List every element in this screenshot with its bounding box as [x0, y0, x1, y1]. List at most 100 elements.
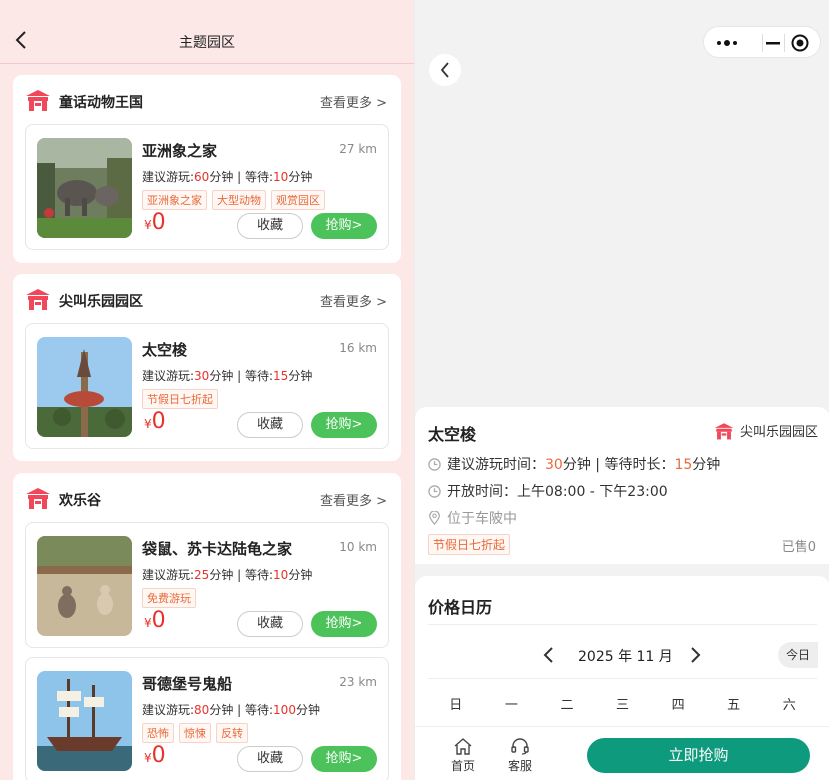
- play-time-row: 建议游玩时间：30分钟 | 等待时长：15分钟: [428, 454, 720, 474]
- weekday-header: 日 一 二 三 四 五 六: [428, 694, 817, 713]
- home-icon: [454, 738, 472, 755]
- see-more-link[interactable]: 查看更多 >: [320, 490, 387, 509]
- minimize-icon[interactable]: [766, 36, 780, 50]
- price: ¥0: [144, 409, 166, 434]
- attraction-photo: [37, 337, 132, 437]
- price: ¥0: [144, 743, 166, 768]
- section-header: 童话动物王国 查看更多 >: [13, 75, 401, 125]
- tag: 节假日七折起: [142, 389, 218, 409]
- attraction-name: 袋鼠、苏卡达陆龟之家: [142, 540, 293, 558]
- current-month: 2025 年 11 月: [578, 649, 673, 665]
- discount-tag: 节假日七折起: [428, 534, 511, 555]
- distance-label: 16 km: [339, 341, 377, 355]
- attraction-card[interactable]: 亚洲象之家 27 km 建议游玩:60分钟 | 等待:10分钟 亚洲象之家 大型…: [25, 124, 389, 250]
- weekday-label: 六: [782, 698, 796, 713]
- tag: 反转: [216, 723, 248, 743]
- tag: 亚洲象之家: [142, 190, 207, 210]
- tag: 大型动物: [212, 190, 266, 210]
- attraction-photo: [37, 138, 132, 238]
- section-title: 童话动物王国: [59, 95, 143, 111]
- weekday-label: 四: [671, 698, 685, 713]
- favorite-button[interactable]: 收藏: [237, 412, 303, 438]
- price: ¥0: [144, 210, 166, 235]
- close-target-icon[interactable]: [791, 34, 809, 52]
- buy-now-cta-button[interactable]: 立即抢购: [587, 738, 810, 773]
- capsule-divider: [762, 34, 763, 52]
- buy-now-button[interactable]: 抢购>: [311, 611, 377, 637]
- tag-list: 免费游玩: [142, 588, 196, 608]
- tag: 免费游玩: [142, 588, 196, 608]
- clock-icon: [428, 484, 441, 498]
- opening-hours-row: 开放时间：上午08:00 - 下午23:00: [428, 481, 668, 501]
- page-title: 主题园区: [179, 35, 235, 51]
- tag-list: 恐怖 惊悚 反转: [142, 723, 248, 743]
- buy-now-button[interactable]: 抢购>: [311, 412, 377, 438]
- attraction-name: 哥德堡号鬼船: [142, 675, 233, 693]
- park-section: 尖叫乐园园区 查看更多 > 太空梭 16 km 建议游玩:30分钟 | 等待:1…: [13, 274, 401, 461]
- attraction-card[interactable]: 哥德堡号鬼船 23 km 建议游玩:80分钟 | 等待:100分钟 恐怖 惊悚 …: [25, 657, 389, 780]
- favorite-button[interactable]: 收藏: [237, 213, 303, 239]
- park-name: 尖叫乐园园区: [739, 425, 818, 440]
- location-row: 位于车陂中: [428, 508, 517, 528]
- attraction-card[interactable]: 太空梭 16 km 建议游玩:30分钟 | 等待:15分钟 节假日七折起 ¥0 …: [25, 323, 389, 449]
- attraction-detail-pane: 太空梭 尖叫乐园园区 建议游玩时间：30分钟 | 等待时长：15分钟 开放时间：…: [414, 0, 829, 780]
- section-header: 尖叫乐园园区 查看更多 >: [13, 274, 401, 324]
- park-gate-icon: [26, 289, 50, 310]
- tag: 恐怖: [142, 723, 174, 743]
- play-wait-info: 建议游玩:60分钟 | 等待:10分钟: [142, 170, 313, 184]
- home-tab[interactable]: 首页: [443, 737, 483, 774]
- divider: [428, 678, 817, 679]
- clock-icon: [428, 457, 441, 471]
- headset-icon: [511, 738, 529, 755]
- play-wait-info: 建议游玩:25分钟 | 等待:10分钟: [142, 568, 313, 582]
- capsule-divider: [784, 34, 785, 52]
- section-title: 尖叫乐园园区: [59, 294, 143, 310]
- park-section: 童话动物王国 查看更多 > 亚洲象之家 27 km 建议游玩:60分钟 | 等待…: [13, 75, 401, 263]
- see-more-link[interactable]: 查看更多 >: [320, 291, 387, 310]
- attraction-photo: [37, 536, 132, 636]
- sold-count: 已售0: [781, 540, 816, 555]
- nav-bar: 主题园区: [0, 0, 414, 64]
- price-calendar: 价格日历 2025 年 11 月 今日 日 一 二 三 四 五 六: [415, 576, 829, 726]
- divider: [428, 624, 817, 625]
- more-dots-icon[interactable]: [716, 36, 738, 50]
- attraction-name: 亚洲象之家: [142, 142, 218, 160]
- back-button[interactable]: [429, 54, 461, 86]
- tag-list: 亚洲象之家 大型动物 观赏园区: [142, 190, 325, 210]
- tag: 观赏园区: [271, 190, 325, 210]
- weekday-label: 二: [560, 698, 574, 713]
- weekday-label: 三: [616, 698, 630, 713]
- tag-list: 节假日七折起: [142, 389, 218, 409]
- weekday-label: 日: [449, 698, 463, 713]
- next-month-icon[interactable]: [688, 646, 702, 664]
- calendar-title: 价格日历: [428, 598, 493, 617]
- attraction-card[interactable]: 袋鼠、苏卡达陆龟之家 10 km 建议游玩:25分钟 | 等待:10分钟 免费游…: [25, 522, 389, 648]
- today-button[interactable]: 今日: [778, 642, 818, 668]
- section-header: 欢乐谷 查看更多 >: [13, 473, 401, 523]
- back-arrow-icon: [440, 62, 449, 78]
- customer-service-tab[interactable]: 客服: [500, 737, 540, 774]
- buy-now-button[interactable]: 抢购>: [311, 746, 377, 772]
- distance-label: 10 km: [339, 540, 377, 554]
- favorite-button[interactable]: 收藏: [237, 611, 303, 637]
- price: ¥0: [144, 608, 166, 633]
- see-more-link[interactable]: 查看更多 >: [320, 92, 387, 111]
- park-label[interactable]: 尖叫乐园园区: [714, 421, 818, 440]
- attraction-name: 太空梭: [428, 425, 477, 444]
- play-wait-info: 建议游玩:80分钟 | 等待:100分钟: [142, 703, 320, 717]
- weekday-label: 一: [504, 698, 518, 713]
- favorite-button[interactable]: 收藏: [237, 746, 303, 772]
- miniprogram-capsule: [703, 26, 821, 58]
- section-title: 欢乐谷: [59, 493, 101, 509]
- attraction-name: 太空梭: [142, 341, 188, 359]
- buy-now-button[interactable]: 抢购>: [311, 213, 377, 239]
- attraction-info-card: 太空梭 尖叫乐园园区 建议游玩时间：30分钟 | 等待时长：15分钟 开放时间：…: [415, 407, 829, 564]
- distance-label: 23 km: [339, 675, 377, 689]
- bottom-action-bar: 首页 客服 立即抢购: [415, 726, 829, 780]
- prev-month-icon[interactable]: [542, 646, 556, 664]
- theme-park-list-pane: 主题园区 童话动物王国 查看更多 > 亚洲象之家 27 km 建议游玩:60分钟…: [0, 0, 414, 780]
- weekday-label: 五: [727, 698, 741, 713]
- park-section: 欢乐谷 查看更多 > 袋鼠、苏卡达陆龟之家 10 km 建议游玩:25分钟 | …: [13, 473, 401, 780]
- tag: 惊悚: [179, 723, 211, 743]
- location-pin-icon: [429, 511, 440, 525]
